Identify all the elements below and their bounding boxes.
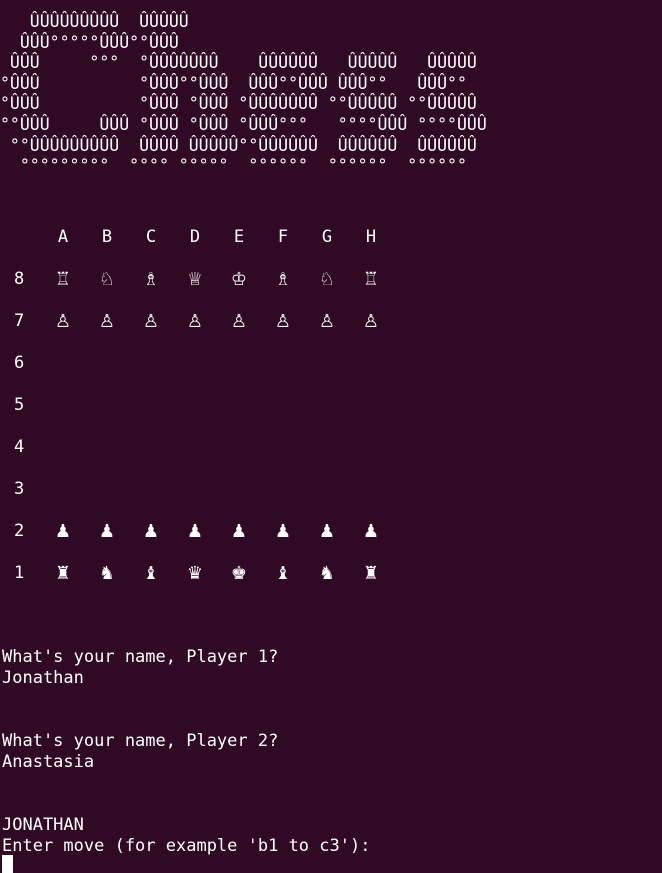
chess-piece-d7: ♙ bbox=[186, 311, 204, 332]
chess-piece-f2: ♟ bbox=[274, 521, 292, 542]
rank-label-2: 2 bbox=[14, 521, 25, 541]
file-label-g: G bbox=[321, 227, 333, 247]
chess-piece-e8: ♔ bbox=[230, 269, 248, 290]
chess-piece-g1: ♞ bbox=[318, 563, 336, 584]
file-label-d: D bbox=[189, 227, 201, 247]
chess-piece-c8: ♗ bbox=[142, 269, 160, 290]
chess-piece-f1: ♝ bbox=[274, 563, 292, 584]
chess-piece-a7: ♙ bbox=[54, 311, 72, 332]
rank-label-3: 3 bbox=[14, 479, 25, 499]
text-cursor[interactable] bbox=[2, 855, 13, 873]
chess-piece-h2: ♟ bbox=[362, 521, 380, 542]
chess-piece-c7: ♙ bbox=[142, 311, 160, 332]
chess-piece-g7: ♙ bbox=[318, 311, 336, 332]
chess-piece-a8: ♖ bbox=[54, 269, 72, 290]
file-label-f: F bbox=[277, 227, 289, 247]
chess-piece-f7: ♙ bbox=[274, 311, 292, 332]
file-label-e: E bbox=[233, 227, 245, 247]
chess-piece-e7: ♙ bbox=[230, 311, 248, 332]
chess-piece-d2: ♟ bbox=[186, 521, 204, 542]
player1-name-input: Jonathan bbox=[2, 668, 84, 688]
move-prompt: Enter move (for example 'b1 to c3'): bbox=[2, 836, 371, 856]
chess-piece-d8: ♕ bbox=[186, 269, 204, 290]
file-label-a: A bbox=[57, 227, 69, 247]
rank-label-6: 6 bbox=[14, 353, 25, 373]
chess-piece-g2: ♟ bbox=[318, 521, 336, 542]
player2-name-input: Anastasia bbox=[2, 752, 95, 772]
chess-piece-a2: ♟ bbox=[54, 521, 72, 542]
chess-piece-c1: ♝ bbox=[142, 563, 160, 584]
chess-piece-e1: ♚ bbox=[230, 563, 248, 584]
chess-piece-h1: ♜ bbox=[362, 563, 380, 584]
player2-name-prompt: What's your name, Player 2? bbox=[2, 731, 279, 751]
player1-name-prompt: What's your name, Player 1? bbox=[2, 647, 279, 667]
chess-piece-e2: ♟ bbox=[230, 521, 248, 542]
file-label-c: C bbox=[145, 227, 157, 247]
chess-piece-c2: ♟ bbox=[142, 521, 160, 542]
chess-piece-f8: ♗ bbox=[274, 269, 292, 290]
chess-piece-b2: ♟ bbox=[98, 521, 116, 542]
terminal-window[interactable]: ÛÛÛÛÛÛÛÛÛ ÛÛÛÛÛ ÛÛÛ°°°°°ÛÛÛ°°ÛÛÛ ÛÛÛ °°°… bbox=[0, 0, 662, 873]
file-label-h: H bbox=[365, 227, 377, 247]
chess-ascii-banner: ÛÛÛÛÛÛÛÛÛ ÛÛÛÛÛ ÛÛÛ°°°°°ÛÛÛ°°ÛÛÛ ÛÛÛ °°°… bbox=[0, 12, 487, 176]
chess-piece-b8: ♘ bbox=[98, 269, 116, 290]
chess-piece-d1: ♛ bbox=[186, 563, 204, 584]
rank-label-5: 5 bbox=[14, 395, 25, 415]
chess-piece-h7: ♙ bbox=[362, 311, 380, 332]
chess-piece-h8: ♖ bbox=[362, 269, 380, 290]
chess-piece-b7: ♙ bbox=[98, 311, 116, 332]
rank-label-7: 7 bbox=[14, 311, 25, 331]
chess-piece-g8: ♘ bbox=[318, 269, 336, 290]
chess-piece-b1: ♞ bbox=[98, 563, 116, 584]
chess-piece-a1: ♜ bbox=[54, 563, 72, 584]
rank-label-1: 1 bbox=[14, 563, 25, 583]
rank-label-4: 4 bbox=[14, 437, 25, 457]
current-player-label: JONATHAN bbox=[2, 815, 84, 835]
file-label-b: B bbox=[101, 227, 113, 247]
rank-label-8: 8 bbox=[14, 269, 25, 289]
